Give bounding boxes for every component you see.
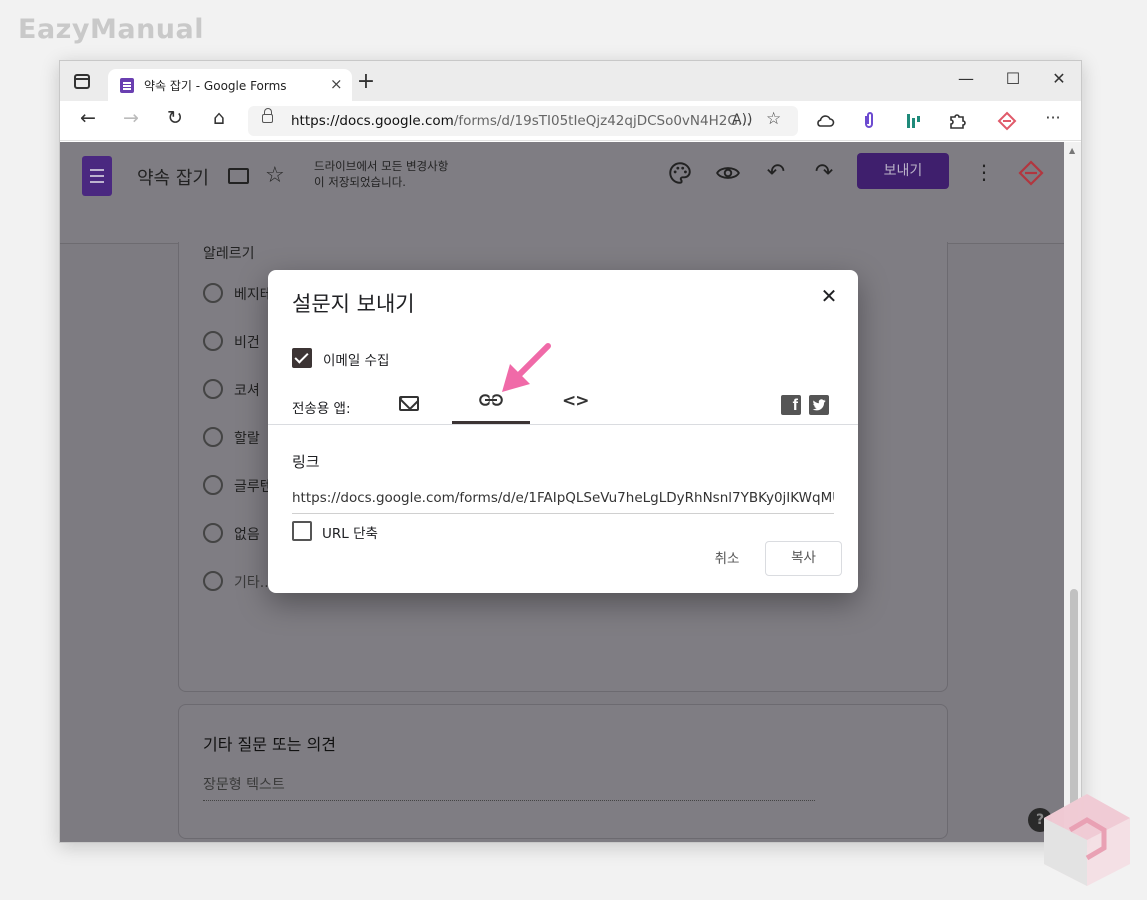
twitter-icon[interactable] xyxy=(809,395,829,415)
link-heading: 링크 xyxy=(292,453,320,471)
new-tab-button[interactable]: + xyxy=(354,69,378,94)
option-label: 비건 xyxy=(234,335,260,351)
forms-favicon-icon xyxy=(120,78,134,93)
browser-window: 약속 잡기 - Google Forms × + — ☐ ✕ ← → ↻ ⌂ h… xyxy=(59,60,1082,843)
tab-bar: 약속 잡기 - Google Forms × + — ☐ ✕ xyxy=(60,61,1081,101)
profile-extension-icon[interactable] xyxy=(996,110,1018,132)
folder-icon[interactable] xyxy=(228,168,249,184)
dialog-close-icon[interactable]: ✕ xyxy=(816,284,842,308)
dialog-divider xyxy=(268,424,858,425)
extensions-puzzle-icon[interactable] xyxy=(946,110,968,132)
more-options-icon[interactable]: ⋮ xyxy=(974,160,994,184)
preview-eye-icon[interactable] xyxy=(713,160,743,186)
link-value: https://docs.google.com/forms/d/e/1FAIpQ… xyxy=(292,490,834,506)
tab-title: 약속 잡기 - Google Forms xyxy=(144,79,287,93)
forward-button[interactable]: → xyxy=(116,107,146,129)
radio-option[interactable] xyxy=(203,475,223,495)
read-aloud-icon[interactable]: A)) xyxy=(732,112,753,128)
tab-actions-icon[interactable] xyxy=(74,74,90,89)
forms-header: 약속 잡기 ☆ 드라이브에서 모든 변경사항 이 저장되었습니다. ↶ ↷ 보내… xyxy=(60,142,1064,244)
address-url: https://docs.google.com/forms/d/19sTI05t… xyxy=(291,113,751,129)
email-tab-icon[interactable] xyxy=(399,396,419,411)
watermark-cube-icon xyxy=(1044,794,1130,886)
option-label: 코셔 xyxy=(234,383,260,399)
send-button[interactable]: 보내기 xyxy=(857,153,949,189)
cloud-icon[interactable] xyxy=(814,110,836,132)
settings-more-button[interactable]: ··· xyxy=(1042,108,1064,127)
send-form-dialog: 설문지 보내기 ✕ 이메일 수집 전송용 앱: <> f 링크 https://… xyxy=(268,270,858,593)
palette-icon[interactable] xyxy=(665,160,695,186)
save-status: 드라이브에서 모든 변경사항 이 저장되었습니다. xyxy=(314,159,449,189)
scroll-thumb[interactable] xyxy=(1070,589,1078,821)
long-answer-hint: 장문형 텍스트 xyxy=(203,777,285,793)
shorten-url-checkbox[interactable] xyxy=(292,521,312,541)
radio-option[interactable] xyxy=(203,571,223,591)
document-title[interactable]: 약속 잡기 xyxy=(137,164,209,190)
add-favorite-icon[interactable]: ☆ xyxy=(766,109,781,129)
extension-bars-icon[interactable] xyxy=(902,110,924,132)
scroll-up-icon[interactable]: ▲ xyxy=(1069,146,1075,155)
collect-email-checkbox[interactable] xyxy=(292,348,312,368)
other-question-title: 기타 질문 또는 의견 xyxy=(203,735,337,754)
option-label: 베지테 xyxy=(234,287,273,303)
question-title: 알레르기 xyxy=(203,246,255,262)
answer-underline xyxy=(203,800,815,801)
link-icon xyxy=(479,394,503,406)
undo-icon[interactable]: ↶ xyxy=(761,160,791,185)
facebook-icon[interactable]: f xyxy=(781,395,801,415)
lock-icon[interactable] xyxy=(262,108,273,123)
extension-link-icon[interactable] xyxy=(858,110,880,132)
home-button[interactable]: ⌂ xyxy=(204,107,234,129)
option-label: 할랄 xyxy=(234,431,260,447)
radio-option[interactable] xyxy=(203,283,223,303)
annotation-arrow-icon xyxy=(502,343,551,392)
redo-icon[interactable]: ↷ xyxy=(809,160,839,185)
back-button[interactable]: ← xyxy=(73,107,103,129)
embed-html-icon[interactable]: <> xyxy=(562,391,589,411)
browser-toolbar: ← → ↻ ⌂ https://docs.google.com/forms/d/… xyxy=(60,101,1081,141)
browser-tab[interactable]: 약속 잡기 - Google Forms × xyxy=(108,69,352,101)
option-label: 글루텐 xyxy=(234,479,273,495)
dialog-title: 설문지 보내기 xyxy=(292,292,415,316)
close-window-button[interactable]: ✕ xyxy=(1036,69,1081,88)
star-icon[interactable]: ☆ xyxy=(265,163,285,188)
shorten-url-label: URL 단축 xyxy=(322,526,378,542)
maximize-button[interactable]: ☐ xyxy=(990,69,1036,88)
forms-page: 약속 잡기 ☆ 드라이브에서 모든 변경사항 이 저장되었습니다. ↶ ↷ 보내… xyxy=(60,142,1064,842)
copy-button[interactable]: 복사 xyxy=(765,541,842,576)
radio-option[interactable] xyxy=(203,331,223,351)
radio-option[interactable] xyxy=(203,379,223,399)
tab-close-icon[interactable]: × xyxy=(330,75,343,93)
radio-option[interactable] xyxy=(203,427,223,447)
watermark-logo: EazyManual xyxy=(18,14,204,45)
send-via-label: 전송용 앱: xyxy=(292,401,351,417)
collect-email-label: 이메일 수집 xyxy=(323,353,390,369)
cancel-button[interactable]: 취소 xyxy=(702,546,752,572)
minimize-button[interactable]: — xyxy=(943,69,989,88)
radio-option[interactable] xyxy=(203,523,223,543)
other-question-card: 기타 질문 또는 의견 장문형 텍스트 xyxy=(178,704,948,839)
page-scrollbar[interactable]: ▲ ▼ xyxy=(1064,142,1081,842)
option-label: 없음 xyxy=(234,527,260,543)
address-bar[interactable]: https://docs.google.com/forms/d/19sTI05t… xyxy=(248,106,798,136)
google-forms-logo-icon[interactable] xyxy=(82,156,112,196)
reload-button[interactable]: ↻ xyxy=(160,107,190,129)
link-field[interactable]: https://docs.google.com/forms/d/e/1FAIpQ… xyxy=(292,488,834,514)
extension-logo-icon[interactable] xyxy=(1018,160,1044,186)
